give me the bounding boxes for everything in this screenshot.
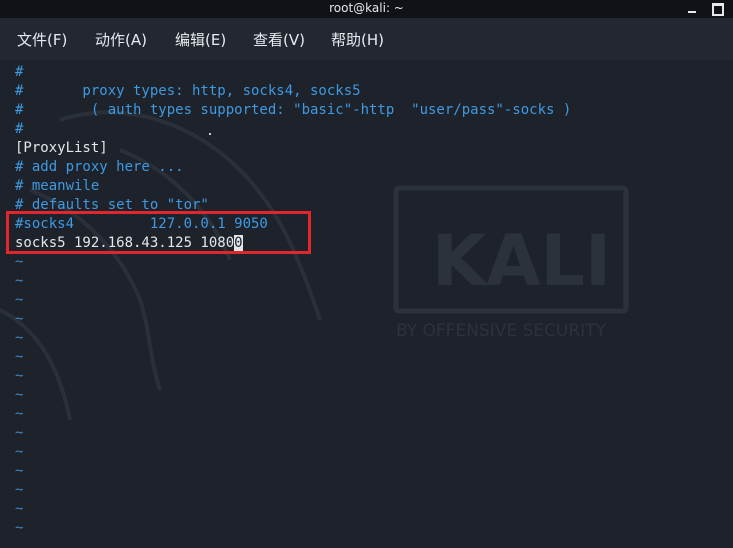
- kali-logo-frame: [393, 185, 629, 314]
- kali-watermark: KALI BY OFFENSIVE SECURITY: [0, 110, 629, 421]
- empty-line-marker: ~: [15, 349, 24, 365]
- editor-line: #: [15, 64, 24, 80]
- editor-line: # meanwile: [15, 178, 100, 194]
- menu-help[interactable]: 帮助(H): [331, 29, 384, 50]
- kali-tagline: BY OFFENSIVE SECURITY: [396, 321, 607, 341]
- kali-logo-text: KALI: [432, 220, 611, 302]
- menu-bar: 文件(F) 动作(A) 编辑(E) 查看(V) 帮助(H): [0, 18, 733, 60]
- editor-line: # add proxy here ...: [15, 159, 184, 175]
- empty-line-marker: ~: [15, 501, 24, 517]
- editor-line: #: [15, 121, 24, 137]
- editor-line: [ProxyList]: [15, 140, 108, 156]
- editor-line: # ( auth types supported: "basic"-http "…: [15, 102, 572, 118]
- empty-line-marker: ~: [15, 463, 24, 479]
- menu-edit[interactable]: 编辑(E): [175, 29, 226, 50]
- empty-line-marker: ~: [15, 273, 24, 289]
- empty-line-marker: ~: [15, 406, 24, 422]
- title-bar: root@kali: ~: [0, 0, 733, 18]
- maximize-icon[interactable]: [709, 0, 727, 18]
- empty-line-marker: ~: [15, 444, 24, 460]
- menu-file[interactable]: 文件(F): [17, 29, 67, 50]
- empty-line-marker: ~: [15, 425, 24, 441]
- empty-line-marker: ~: [15, 292, 24, 308]
- terminal-area[interactable]: KALI BY OFFENSIVE SECURITY # # proxy typ…: [0, 60, 733, 548]
- empty-line-marker: ~: [15, 254, 24, 270]
- empty-line-marker: ~: [15, 387, 24, 403]
- stray-dot: [209, 133, 211, 135]
- empty-line-marker: ~: [15, 330, 24, 346]
- empty-line-marker: ~: [15, 520, 24, 536]
- editor-line: # proxy types: http, socks4, socks5: [15, 83, 361, 99]
- menu-view[interactable]: 查看(V): [253, 29, 305, 50]
- empty-line-marker: ~: [15, 482, 24, 498]
- empty-line-marker: ~: [15, 368, 24, 384]
- highlight-box: [6, 211, 311, 254]
- menu-actions[interactable]: 动作(A): [95, 29, 147, 50]
- minimize-icon[interactable]: [684, 0, 702, 18]
- window-title: root@kali: ~: [329, 1, 404, 15]
- empty-line-marker: ~: [15, 311, 24, 327]
